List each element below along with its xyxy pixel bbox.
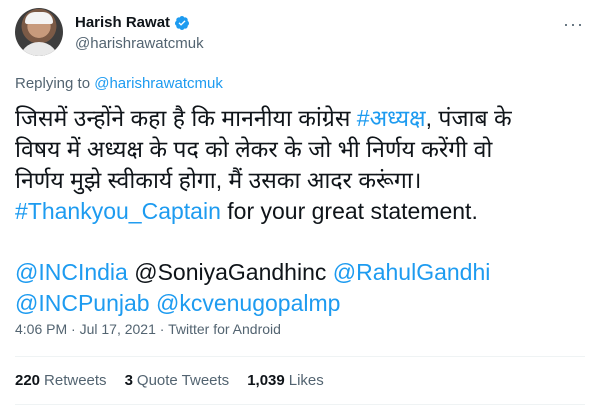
- tweet-line-6: @INCPunjab @kcvenugopalmp: [15, 288, 585, 319]
- divider-top: [15, 356, 585, 357]
- tweet-line-3: निर्णय मुझे स्वीकार्य होगा, मैं उसका आदर…: [15, 167, 422, 193]
- tweet-line-2: विषय में अध्यक्ष के पद को लेकर के जो भी …: [15, 136, 493, 162]
- mention-soniya: @SoniyaGandhinc: [127, 259, 333, 285]
- tweet-line-1-end: , पंजाब के: [425, 105, 512, 131]
- hashtag-thankyou-captain[interactable]: #Thankyou_Captain: [15, 198, 221, 224]
- tweet-date[interactable]: Jul 17, 2021: [80, 321, 156, 337]
- avatar-cap: [25, 12, 53, 24]
- tweet-text: जिसमें उन्होंने कहा है कि माननीया कांग्र…: [15, 103, 585, 319]
- replying-prefix: Replying to: [15, 75, 95, 92]
- author-handle[interactable]: @harishrawatcmuk: [75, 35, 204, 52]
- avatar-body: [19, 42, 59, 56]
- mention-rahulgandhi[interactable]: @RahulGandhi: [333, 259, 491, 285]
- quote-tweets-label: Quote Tweets: [136, 372, 230, 389]
- retweets-label: Retweets: [44, 372, 107, 389]
- meta-sep-1: ·: [67, 321, 80, 337]
- hashtag-adhyaksh[interactable]: #अध्यक्ष: [357, 105, 426, 131]
- likes-label: Likes: [288, 372, 324, 389]
- replying-to: Replying to @harishrawatcmuk: [15, 75, 223, 92]
- tweet-line-5: @INCIndia @SoniyaGandhinc @RahulGandhi: [15, 257, 585, 288]
- tweet-time[interactable]: 4:06 PM: [15, 321, 67, 337]
- author-avatar[interactable]: [15, 8, 63, 56]
- more-options-icon[interactable]: ···: [563, 14, 584, 35]
- likes-count: 1,039: [247, 372, 285, 389]
- quote-tweets-count: 3: [124, 372, 133, 389]
- tweet-source[interactable]: Twitter for Android: [168, 321, 281, 337]
- quote-tweets-stat[interactable]: 3 Quote Tweets: [125, 372, 230, 389]
- likes-stat[interactable]: 1,039 Likes: [247, 372, 324, 389]
- retweets-count: 220: [15, 372, 41, 389]
- tweet-stats: 220 Retweets 3 Quote Tweets 1,039 Likes: [15, 372, 324, 389]
- tweet-line-4: #Thankyou_Captain for your great stateme…: [15, 196, 585, 227]
- verified-badge-icon: [175, 15, 190, 30]
- author-name[interactable]: Harish Rawat: [75, 14, 170, 31]
- tweet-meta: 4:06 PM · Jul 17, 2021 · Twitter for And…: [15, 321, 281, 337]
- author-name-row[interactable]: Harish Rawat: [75, 14, 190, 31]
- statement-text: for your great statement.: [220, 198, 478, 224]
- retweets-stat[interactable]: 220 Retweets: [15, 372, 107, 389]
- mention-incindia[interactable]: @INCIndia: [15, 259, 128, 285]
- meta-sep-2: ·: [155, 321, 169, 337]
- tweet-line-1-start: जिसमें उन्होंने कहा है कि माननीया कांग्र…: [15, 105, 357, 131]
- mention-kcvenugopalmp[interactable]: @kcvenugopalmp: [156, 290, 340, 316]
- tweet-line-1: जिसमें उन्होंने कहा है कि माननीया कांग्र…: [15, 103, 585, 134]
- replying-to-link[interactable]: @harishrawatcmuk: [94, 75, 223, 92]
- mention-incpunjab[interactable]: @INCPunjab: [15, 290, 150, 316]
